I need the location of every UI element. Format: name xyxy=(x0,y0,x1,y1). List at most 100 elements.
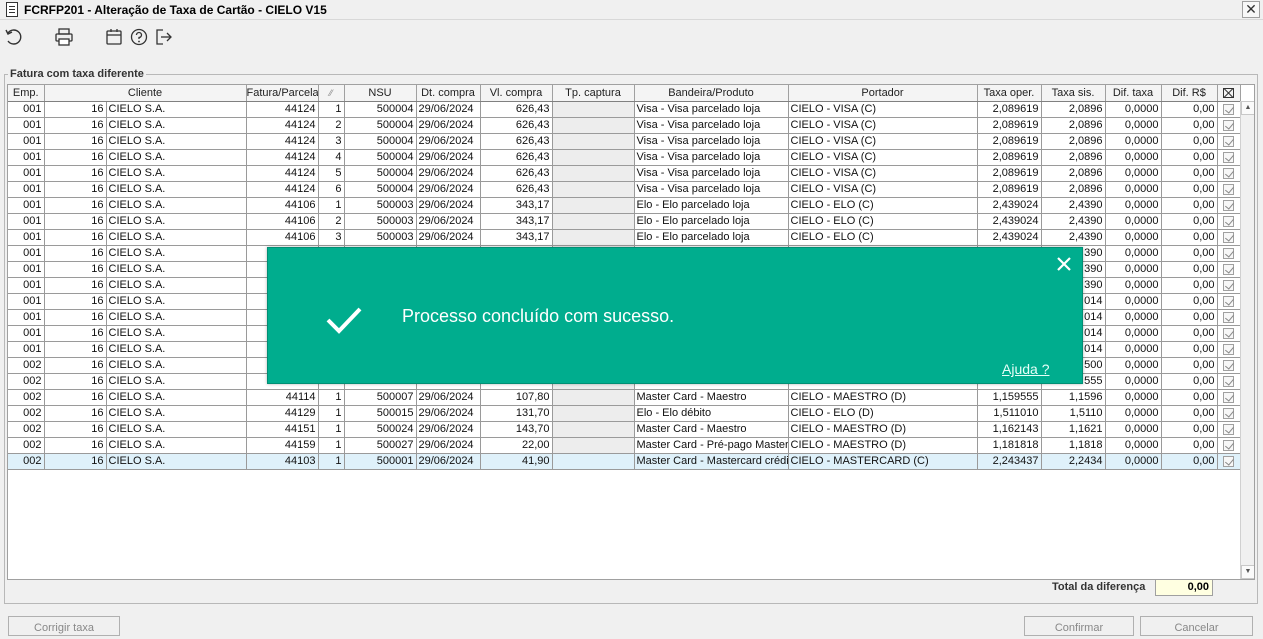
row-checkbox[interactable] xyxy=(1217,197,1241,214)
row-checkbox[interactable] xyxy=(1217,261,1241,278)
checkbox-checked-icon[interactable] xyxy=(1223,327,1234,339)
help-link[interactable]: Ajuda ? xyxy=(1002,361,1049,377)
checkbox-checked-icon[interactable] xyxy=(1223,183,1234,195)
row-checkbox[interactable] xyxy=(1217,213,1241,230)
checkbox-checked-icon[interactable] xyxy=(1223,199,1234,211)
row-checkbox[interactable] xyxy=(1217,325,1241,342)
printer-icon[interactable] xyxy=(54,27,74,47)
cell-cod: 16 xyxy=(44,437,107,454)
row-checkbox[interactable] xyxy=(1217,181,1241,198)
row-checkbox[interactable] xyxy=(1217,293,1241,310)
col-dif-taxa[interactable]: Dif. taxa xyxy=(1105,85,1162,102)
col-bandeira[interactable]: Bandeira/Produto xyxy=(634,85,789,102)
row-checkbox[interactable] xyxy=(1217,373,1241,390)
help-icon[interactable] xyxy=(129,27,149,47)
col-tp-captura[interactable]: Tp. captura xyxy=(552,85,635,102)
cell-tp xyxy=(552,405,635,422)
row-checkbox[interactable] xyxy=(1217,341,1241,358)
checkbox-checked-icon[interactable] xyxy=(1223,359,1234,371)
row-checkbox[interactable] xyxy=(1217,357,1241,374)
table-row[interactable]: 002 16 CIELO S.A. 44114 1 500007 29/06/2024 107… xyxy=(8,389,1241,406)
checkbox-checked-icon[interactable] xyxy=(1223,151,1234,163)
col-dif-rs[interactable]: Dif. R$ xyxy=(1161,85,1218,102)
cell-toper: 1,159555 xyxy=(977,389,1042,406)
col-portador[interactable]: Portador xyxy=(788,85,978,102)
row-checkbox[interactable] xyxy=(1217,229,1241,246)
scroll-down-icon[interactable]: ▼ xyxy=(1241,565,1254,579)
checkbox-checked-icon[interactable] xyxy=(1223,311,1234,323)
checkbox-checked-icon[interactable] xyxy=(1223,119,1234,131)
cell-cliente: CIELO S.A. xyxy=(106,341,247,358)
checkbox-checked-icon[interactable] xyxy=(1223,167,1234,179)
row-checkbox[interactable] xyxy=(1217,165,1241,182)
checkbox-checked-icon[interactable] xyxy=(1223,295,1234,307)
row-checkbox[interactable] xyxy=(1217,117,1241,134)
checkbox-checked-icon[interactable] xyxy=(1223,279,1234,291)
cell-vl: 143,70 xyxy=(480,421,553,438)
table-row[interactable]: 002 16 CIELO S.A. 44103 1 500001 29/06/2024 41,… xyxy=(8,453,1241,470)
table-row[interactable]: 002 16 CIELO S.A. 44159 1 500027 29/06/2024 22,… xyxy=(8,437,1241,454)
table-row[interactable]: 001 16 CIELO S.A. 44106 1 500003 29/06/2024 343… xyxy=(8,197,1241,214)
col-taxa-sis[interactable]: Taxa sis. xyxy=(1041,85,1106,102)
checkbox-checked-icon[interactable] xyxy=(1223,455,1234,467)
checkbox-checked-icon[interactable] xyxy=(1223,231,1234,243)
checkbox-checked-icon[interactable] xyxy=(1223,247,1234,259)
col-emp[interactable]: Emp. xyxy=(8,85,45,102)
table-row[interactable]: 001 16 CIELO S.A. 44124 1 500004 29/06/2024 626… xyxy=(8,101,1241,118)
table-row[interactable]: 001 16 CIELO S.A. 44106 3 500003 29/06/2024 343… xyxy=(8,229,1241,246)
exit-icon[interactable] xyxy=(154,27,174,47)
row-checkbox[interactable] xyxy=(1217,277,1241,294)
col-parcela-icon[interactable]: ⁄⁄ xyxy=(318,85,345,102)
row-checkbox[interactable] xyxy=(1217,421,1241,438)
table-row[interactable]: 002 16 CIELO S.A. 44129 1 500015 29/06/2024 131… xyxy=(8,405,1241,422)
checkbox-checked-icon[interactable] xyxy=(1223,135,1234,147)
cell-dtaxa: 0,0000 xyxy=(1105,197,1162,214)
row-checkbox[interactable] xyxy=(1217,453,1241,470)
scroll-up-icon[interactable]: ▲ xyxy=(1241,101,1254,115)
table-row[interactable]: 001 16 CIELO S.A. 44124 4 500004 29/06/2024 626… xyxy=(8,149,1241,166)
row-checkbox[interactable] xyxy=(1217,437,1241,454)
row-checkbox[interactable] xyxy=(1217,101,1241,118)
row-checkbox[interactable] xyxy=(1217,309,1241,326)
cell-emp: 002 xyxy=(8,437,45,454)
checkbox-checked-icon[interactable] xyxy=(1223,343,1234,355)
checkbox-checked-icon[interactable] xyxy=(1223,263,1234,275)
row-checkbox[interactable] xyxy=(1217,149,1241,166)
col-taxa-oper[interactable]: Taxa oper. xyxy=(977,85,1042,102)
cell-vl: 626,43 xyxy=(480,101,553,118)
close-icon[interactable] xyxy=(1056,256,1072,272)
checkbox-checked-icon[interactable] xyxy=(1223,103,1234,115)
table-row[interactable]: 001 16 CIELO S.A. 44124 5 500004 29/06/2024 626… xyxy=(8,165,1241,182)
col-vl-compra[interactable]: Vl. compra xyxy=(480,85,553,102)
cell-toper: 2,089619 xyxy=(977,149,1042,166)
row-checkbox[interactable] xyxy=(1217,389,1241,406)
cancel-button[interactable]: Cancelar xyxy=(1140,616,1253,636)
checkbox-checked-icon[interactable] xyxy=(1223,375,1234,387)
checkbox-checked-icon[interactable] xyxy=(1223,407,1234,419)
row-checkbox[interactable] xyxy=(1217,405,1241,422)
col-dt-compra[interactable]: Dt. compra xyxy=(416,85,481,102)
checkbox-checked-icon[interactable] xyxy=(1223,391,1234,403)
row-checkbox[interactable] xyxy=(1217,245,1241,262)
grid-scrollbar[interactable]: ▲ ▼ xyxy=(1240,101,1254,579)
confirm-button[interactable]: Confirmar xyxy=(1024,616,1134,636)
col-nsu[interactable]: NSU xyxy=(344,85,417,102)
checkbox-checked-icon[interactable] xyxy=(1223,423,1234,435)
refresh-icon[interactable] xyxy=(4,27,24,47)
table-row[interactable]: 001 16 CIELO S.A. 44124 6 500004 29/06/2024 626… xyxy=(8,181,1241,198)
table-row[interactable]: 001 16 CIELO S.A. 44124 2 500004 29/06/2024 626… xyxy=(8,117,1241,134)
fix-rate-button[interactable]: Corrigir taxa xyxy=(8,616,120,636)
select-all-icon[interactable] xyxy=(1217,85,1241,102)
row-checkbox[interactable] xyxy=(1217,133,1241,150)
cell-band: Master Card - Mastercard crédi xyxy=(634,453,789,470)
table-row[interactable]: 001 16 CIELO S.A. 44124 3 500004 29/06/2024 626… xyxy=(8,133,1241,150)
cell-toper: 1,511010 xyxy=(977,405,1042,422)
col-fatura[interactable]: Fatura/Parcela xyxy=(246,85,319,102)
checkbox-checked-icon[interactable] xyxy=(1223,439,1234,451)
table-row[interactable]: 001 16 CIELO S.A. 44106 2 500003 29/06/2024 343… xyxy=(8,213,1241,230)
calendar-icon[interactable] xyxy=(104,27,124,47)
table-row[interactable]: 002 16 CIELO S.A. 44151 1 500024 29/06/2024 143… xyxy=(8,421,1241,438)
col-cliente[interactable]: Cliente xyxy=(44,85,247,102)
checkbox-checked-icon[interactable] xyxy=(1223,215,1234,227)
close-window-button[interactable]: ✕ xyxy=(1242,1,1260,18)
